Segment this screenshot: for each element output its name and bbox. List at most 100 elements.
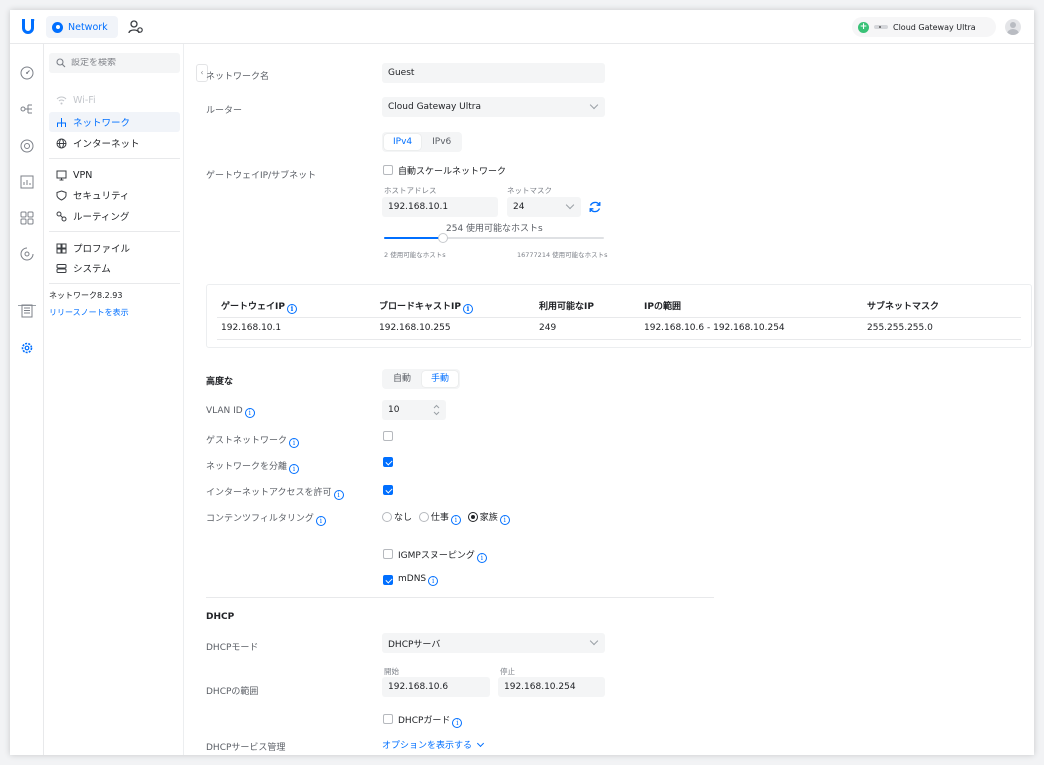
refresh-icon[interactable] [588,200,602,214]
statistics-icon[interactable] [20,175,34,189]
sidebar-item-label: VPN [73,169,93,181]
advanced-mode-toggle: 自動 手動 [382,369,461,389]
slider-thumb[interactable] [438,233,449,243]
info-icon[interactable]: i [244,408,255,418]
mdns-checkbox[interactable] [383,575,393,585]
table-divider [217,339,1021,340]
host-address-input[interactable] [388,202,498,212]
dhcp-end-field[interactable] [498,677,605,697]
mode-manual[interactable]: 手動 [422,371,459,387]
table-header: 利用可能なIP [539,302,594,312]
network-name-input[interactable] [388,68,605,78]
sidebar-item-networks[interactable]: ネットワーク [49,112,180,132]
dashboard-icon[interactable] [20,66,34,80]
tab-ipv4[interactable]: IPv4 [384,134,422,150]
chevron-down-icon [476,739,484,748]
host-address-label: ホストアドレス [384,186,437,195]
profiles-icon [56,243,67,253]
info-icon[interactable]: i [333,490,344,500]
network-app-tab[interactable]: Network [46,16,118,38]
table-header: IPの範囲 [644,302,681,312]
info-icon[interactable]: i [452,718,463,728]
logs-icon[interactable] [20,304,34,318]
internet-access-label: インターネットアクセスを許可 i [206,485,344,500]
dhcp-mode-value: DHCPサーバ [388,639,441,650]
show-options-link[interactable]: オプションを表示する [382,738,484,751]
sidebar-item-wifi[interactable]: Wi-Fi [49,90,180,110]
dhcp-mode-label: DHCPモード [206,643,259,653]
igmp-snooping-checkbox[interactable] [383,549,393,559]
sidebar-item-label: システム [73,264,111,275]
info-icon[interactable]: i [286,304,297,314]
stepper-arrows-icon[interactable] [433,403,440,417]
info-icon[interactable]: i [476,553,487,563]
sidebar-item-system[interactable]: システム [49,258,180,278]
netmask-select[interactable]: 24 [507,197,581,217]
settings-search[interactable] [49,53,180,73]
auto-scale-checkbox[interactable] [383,165,393,175]
subnet-summary-table: ゲートウェイIP i ブロードキャストIP i 利用可能なIP IPの範囲 サブネッ… [206,284,1032,348]
info-icon[interactable]: i [450,515,461,525]
mdns-label: mDNS i [398,574,439,586]
release-notes-link[interactable]: リリースノートを表示 [49,307,129,318]
dhcp-guard-checkbox[interactable] [383,714,393,724]
search-input[interactable] [71,58,171,68]
sidebar-item-profiles[interactable]: プロファイル [49,238,180,258]
filter-option-family[interactable]: 家族 i [467,512,510,525]
sidebar-item-routing[interactable]: ルーティング [49,206,180,226]
security-icon[interactable] [20,247,34,261]
network-tree-icon [57,117,66,127]
sidebar-item-label: プロファイル [73,244,131,255]
sidebar-item-label: Wi-Fi [73,94,96,106]
internet-access-checkbox[interactable] [383,485,393,495]
vlan-id-stepper[interactable]: 10 [382,400,446,420]
tab-ipv6[interactable]: IPv6 [423,134,460,150]
info-icon[interactable]: i [289,464,300,474]
network-settings-form: ‹ ネットワーク名 ルーター Cloud Gateway Ultra IPv4 … [184,44,1034,755]
sidebar-item-security[interactable]: セキュリティ [49,185,180,205]
sidebar-divider [49,283,180,284]
shield-icon [56,189,67,201]
advanced-section-title: 高度な [206,377,234,387]
content-filter-options: なし 仕事 i 家族 i [382,510,510,525]
slider-min-label: 2 使用可能なホストs [384,251,446,259]
gateway-device-icon [874,25,888,29]
guest-network-checkbox[interactable] [383,431,393,441]
host-address-field[interactable] [382,197,498,217]
sidebar-item-internet[interactable]: インターネット [49,133,180,153]
vlan-id-label: VLAN ID i [206,406,255,418]
netmask-value: 24 [513,202,525,212]
info-icon[interactable]: i [499,515,510,525]
info-icon[interactable]: i [315,516,326,526]
client-devices-icon[interactable] [20,211,34,225]
avatar[interactable] [1005,19,1021,35]
topology-icon[interactable] [20,102,34,116]
slider-max-label: 16777214 使用可能なホストs [517,251,608,259]
sidebar-item-label: セキュリティ [73,191,130,202]
ubiquiti-logo-icon[interactable] [20,18,36,36]
network-app-label: Network [68,21,108,33]
dhcp-end-label: 停止 [500,667,515,676]
console-selector[interactable]: + Cloud Gateway Ultra [852,17,996,37]
wifi-devices-icon[interactable] [20,139,34,153]
info-icon[interactable]: i [289,438,300,448]
mode-auto[interactable]: 自動 [384,371,420,387]
dhcp-mode-select[interactable]: DHCPサーバ [382,633,605,653]
info-icon[interactable]: i [462,304,473,314]
filter-option-none[interactable]: なし [382,512,412,523]
dhcp-start-input[interactable] [388,682,490,692]
isolate-network-checkbox[interactable] [383,457,393,467]
igmp-snooping-label: IGMPスヌーピング i [398,548,487,563]
info-icon[interactable]: i [428,576,439,586]
dhcp-end-input[interactable] [504,682,605,692]
filter-option-work[interactable]: 仕事 i [418,512,461,525]
settings-gear-icon[interactable] [20,341,34,355]
host-count-slider[interactable] [384,233,604,243]
sidebar-item-vpn[interactable]: VPN [49,165,180,185]
users-settings-icon[interactable] [128,19,144,35]
icon-rail [10,44,44,755]
router-select[interactable]: Cloud Gateway Ultra [382,97,605,117]
radio-icon [418,512,429,522]
network-name-field[interactable] [382,63,605,83]
dhcp-start-field[interactable] [382,677,490,697]
